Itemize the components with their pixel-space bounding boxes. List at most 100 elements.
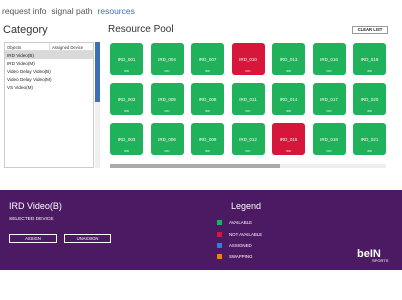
resource-tile-name: IRD_011 xyxy=(239,97,257,102)
legend-item: ASSIGNED xyxy=(217,242,252,248)
resource-tile[interactable]: IRD_018 IRD xyxy=(312,123,346,155)
resource-tile-state: IRD xyxy=(123,109,130,113)
legend-label: AVAILABLE xyxy=(229,219,253,225)
legend-swatch xyxy=(217,219,222,225)
resource-tile[interactable]: IRD_015 IRD xyxy=(272,123,305,155)
resource-tile-name: IRD_010 xyxy=(239,57,257,62)
device-title: IRD Video(B) xyxy=(9,201,62,211)
resource-tile[interactable]: IRD_003 IRD xyxy=(110,123,143,155)
resource-tile-state: IRD xyxy=(366,109,373,113)
resource-tile-name: IRD_002 xyxy=(117,97,136,102)
resource-tile-name: IRD_013 xyxy=(279,57,298,62)
resource-tile-state: IRD xyxy=(366,69,373,73)
resource-tile[interactable]: IRD_013 IRD xyxy=(272,43,305,75)
logo-sub: SPORTS xyxy=(372,258,389,263)
resource-tile[interactable]: IRD_014 IRD xyxy=(272,83,305,115)
resource-tile-state: IRD xyxy=(285,109,292,113)
resource-tile-state: IRD xyxy=(164,69,170,73)
resource-scrollbar[interactable] xyxy=(110,164,386,168)
nav-resources[interactable]: resources xyxy=(98,6,135,20)
resource-tile-name: IRD_017 xyxy=(320,97,338,102)
selected-device-label: SELECTED DEVICE xyxy=(9,217,54,222)
resource-tile[interactable]: IRD_005 IRD xyxy=(150,83,184,115)
device-panel: IRD Video(B) SELECTED DEVICE ASSIGN UNAS… xyxy=(0,190,402,270)
legend-label: NOT AVAILABLE xyxy=(229,231,263,237)
category-row[interactable]: VS Video(M) xyxy=(5,83,93,91)
legend-swatch xyxy=(217,253,222,259)
resource-tile-name: IRD_003 xyxy=(117,137,136,142)
resource-tile[interactable]: IRD_001 IRD xyxy=(110,43,143,75)
legend-item: NOT AVAILABLE xyxy=(217,231,262,237)
nav-signal-path[interactable]: signal path xyxy=(51,6,92,20)
resource-tile-state: IRD xyxy=(285,69,292,73)
resource-tile[interactable]: IRD_017 IRD xyxy=(312,83,346,115)
category-row[interactable]: IRD Video(M) xyxy=(5,59,93,67)
resource-tile-state: IRD xyxy=(285,149,292,153)
assign-button[interactable]: ASSIGN xyxy=(9,234,57,243)
resource-tile-state: IRD xyxy=(326,149,332,153)
resource-tile[interactable]: IRD_002 IRD xyxy=(110,83,143,115)
resource-tile-name: IRD_020 xyxy=(360,97,379,102)
resource-tile-state: IRD xyxy=(123,69,130,73)
resource-tile-name: IRD_015 xyxy=(279,137,298,142)
resource-tile-state: IRD xyxy=(204,69,211,73)
resource-tile[interactable]: IRD_010 IRD xyxy=(231,43,265,75)
resource-tile[interactable]: IRD_008 IRD xyxy=(191,83,224,115)
category-list-header: Objects Assigned Device xyxy=(5,43,93,51)
unassign-button[interactable]: UNASSIGN xyxy=(64,234,111,243)
column-assigned-device: Assigned Device xyxy=(52,45,84,50)
resource-pool-title: Resource Pool xyxy=(108,24,174,35)
legend-swatch xyxy=(217,231,222,237)
legend-item: AVAILABLE xyxy=(217,219,252,225)
category-list: Objects Assigned Device IRD Video(B) IRD… xyxy=(4,42,94,168)
resource-tile-state: IRD xyxy=(245,69,251,73)
column-objects: Objects xyxy=(5,43,50,50)
bein-sports-logo: beIN SPORTS xyxy=(357,244,393,264)
category-row[interactable]: Video Delay Video(M) xyxy=(5,75,93,83)
resource-tile-state: IRD xyxy=(245,109,251,113)
nav-request-info[interactable]: request info xyxy=(2,6,46,20)
resource-tile[interactable]: IRD_006 IRD xyxy=(150,123,184,155)
resource-tile-name: IRD_009 xyxy=(198,137,217,142)
resource-tile-state: IRD xyxy=(326,69,332,73)
resource-tile[interactable]: IRD_007 IRD xyxy=(191,43,224,75)
resource-tile[interactable]: IRD_012 IRD xyxy=(231,123,265,155)
resource-tile[interactable]: IRD_009 IRD xyxy=(191,123,224,155)
resource-tile-state: IRD xyxy=(204,149,211,153)
legend-swatch xyxy=(217,242,222,248)
resource-tile-name: IRD_014 xyxy=(279,97,298,102)
resource-tile-name: IRD_016 xyxy=(320,57,338,62)
resource-tile[interactable]: IRD_021 IRD xyxy=(353,123,386,155)
resource-tile-name: IRD_018 xyxy=(320,137,338,142)
category-scrollbar-thumb[interactable] xyxy=(95,42,100,102)
resource-tile-name: IRD_001 xyxy=(117,57,136,62)
legend-title: Legend xyxy=(231,201,262,211)
resource-tile[interactable]: IRD_020 IRD xyxy=(353,83,386,115)
legend-label: ASSIGNED xyxy=(229,242,252,248)
resource-tile[interactable]: IRD_016 IRD xyxy=(312,43,346,75)
resource-tile-state: IRD xyxy=(326,109,332,113)
resource-tile-state: IRD xyxy=(366,149,373,153)
clear-list-button[interactable]: CLEAR LIST xyxy=(352,26,388,34)
resource-tile-name: IRD_007 xyxy=(198,57,217,62)
resource-tile-state: IRD xyxy=(164,109,170,113)
category-title: Category xyxy=(3,24,48,36)
resource-tile-state: IRD xyxy=(245,149,251,153)
resource-tile[interactable]: IRD_011 IRD xyxy=(231,83,265,115)
category-scrollbar[interactable] xyxy=(95,42,100,168)
resource-tile-state: IRD xyxy=(123,149,130,153)
category-row[interactable]: Video Delay Video(B) xyxy=(5,67,93,75)
category-row[interactable]: IRD Video(B) xyxy=(5,51,93,59)
top-navigation: request info signal path resources xyxy=(2,6,135,20)
legend-item: SWAPPING xyxy=(217,253,253,259)
resource-tile-state: IRD xyxy=(164,149,170,153)
resource-tile[interactable]: IRD_004 IRD xyxy=(150,43,184,75)
resource-tile-name: IRD_012 xyxy=(239,137,257,142)
resource-tile-name: IRD_008 xyxy=(198,97,217,102)
resource-tile-name: IRD_021 xyxy=(360,137,379,142)
resource-scrollbar-thumb[interactable] xyxy=(110,164,280,168)
resource-tile[interactable]: IRD_019 IRD xyxy=(353,43,386,75)
resource-tile-name: IRD_019 xyxy=(360,57,379,62)
resource-tile-name: IRD_004 xyxy=(158,57,176,62)
legend-label: SWAPPING xyxy=(229,253,253,259)
